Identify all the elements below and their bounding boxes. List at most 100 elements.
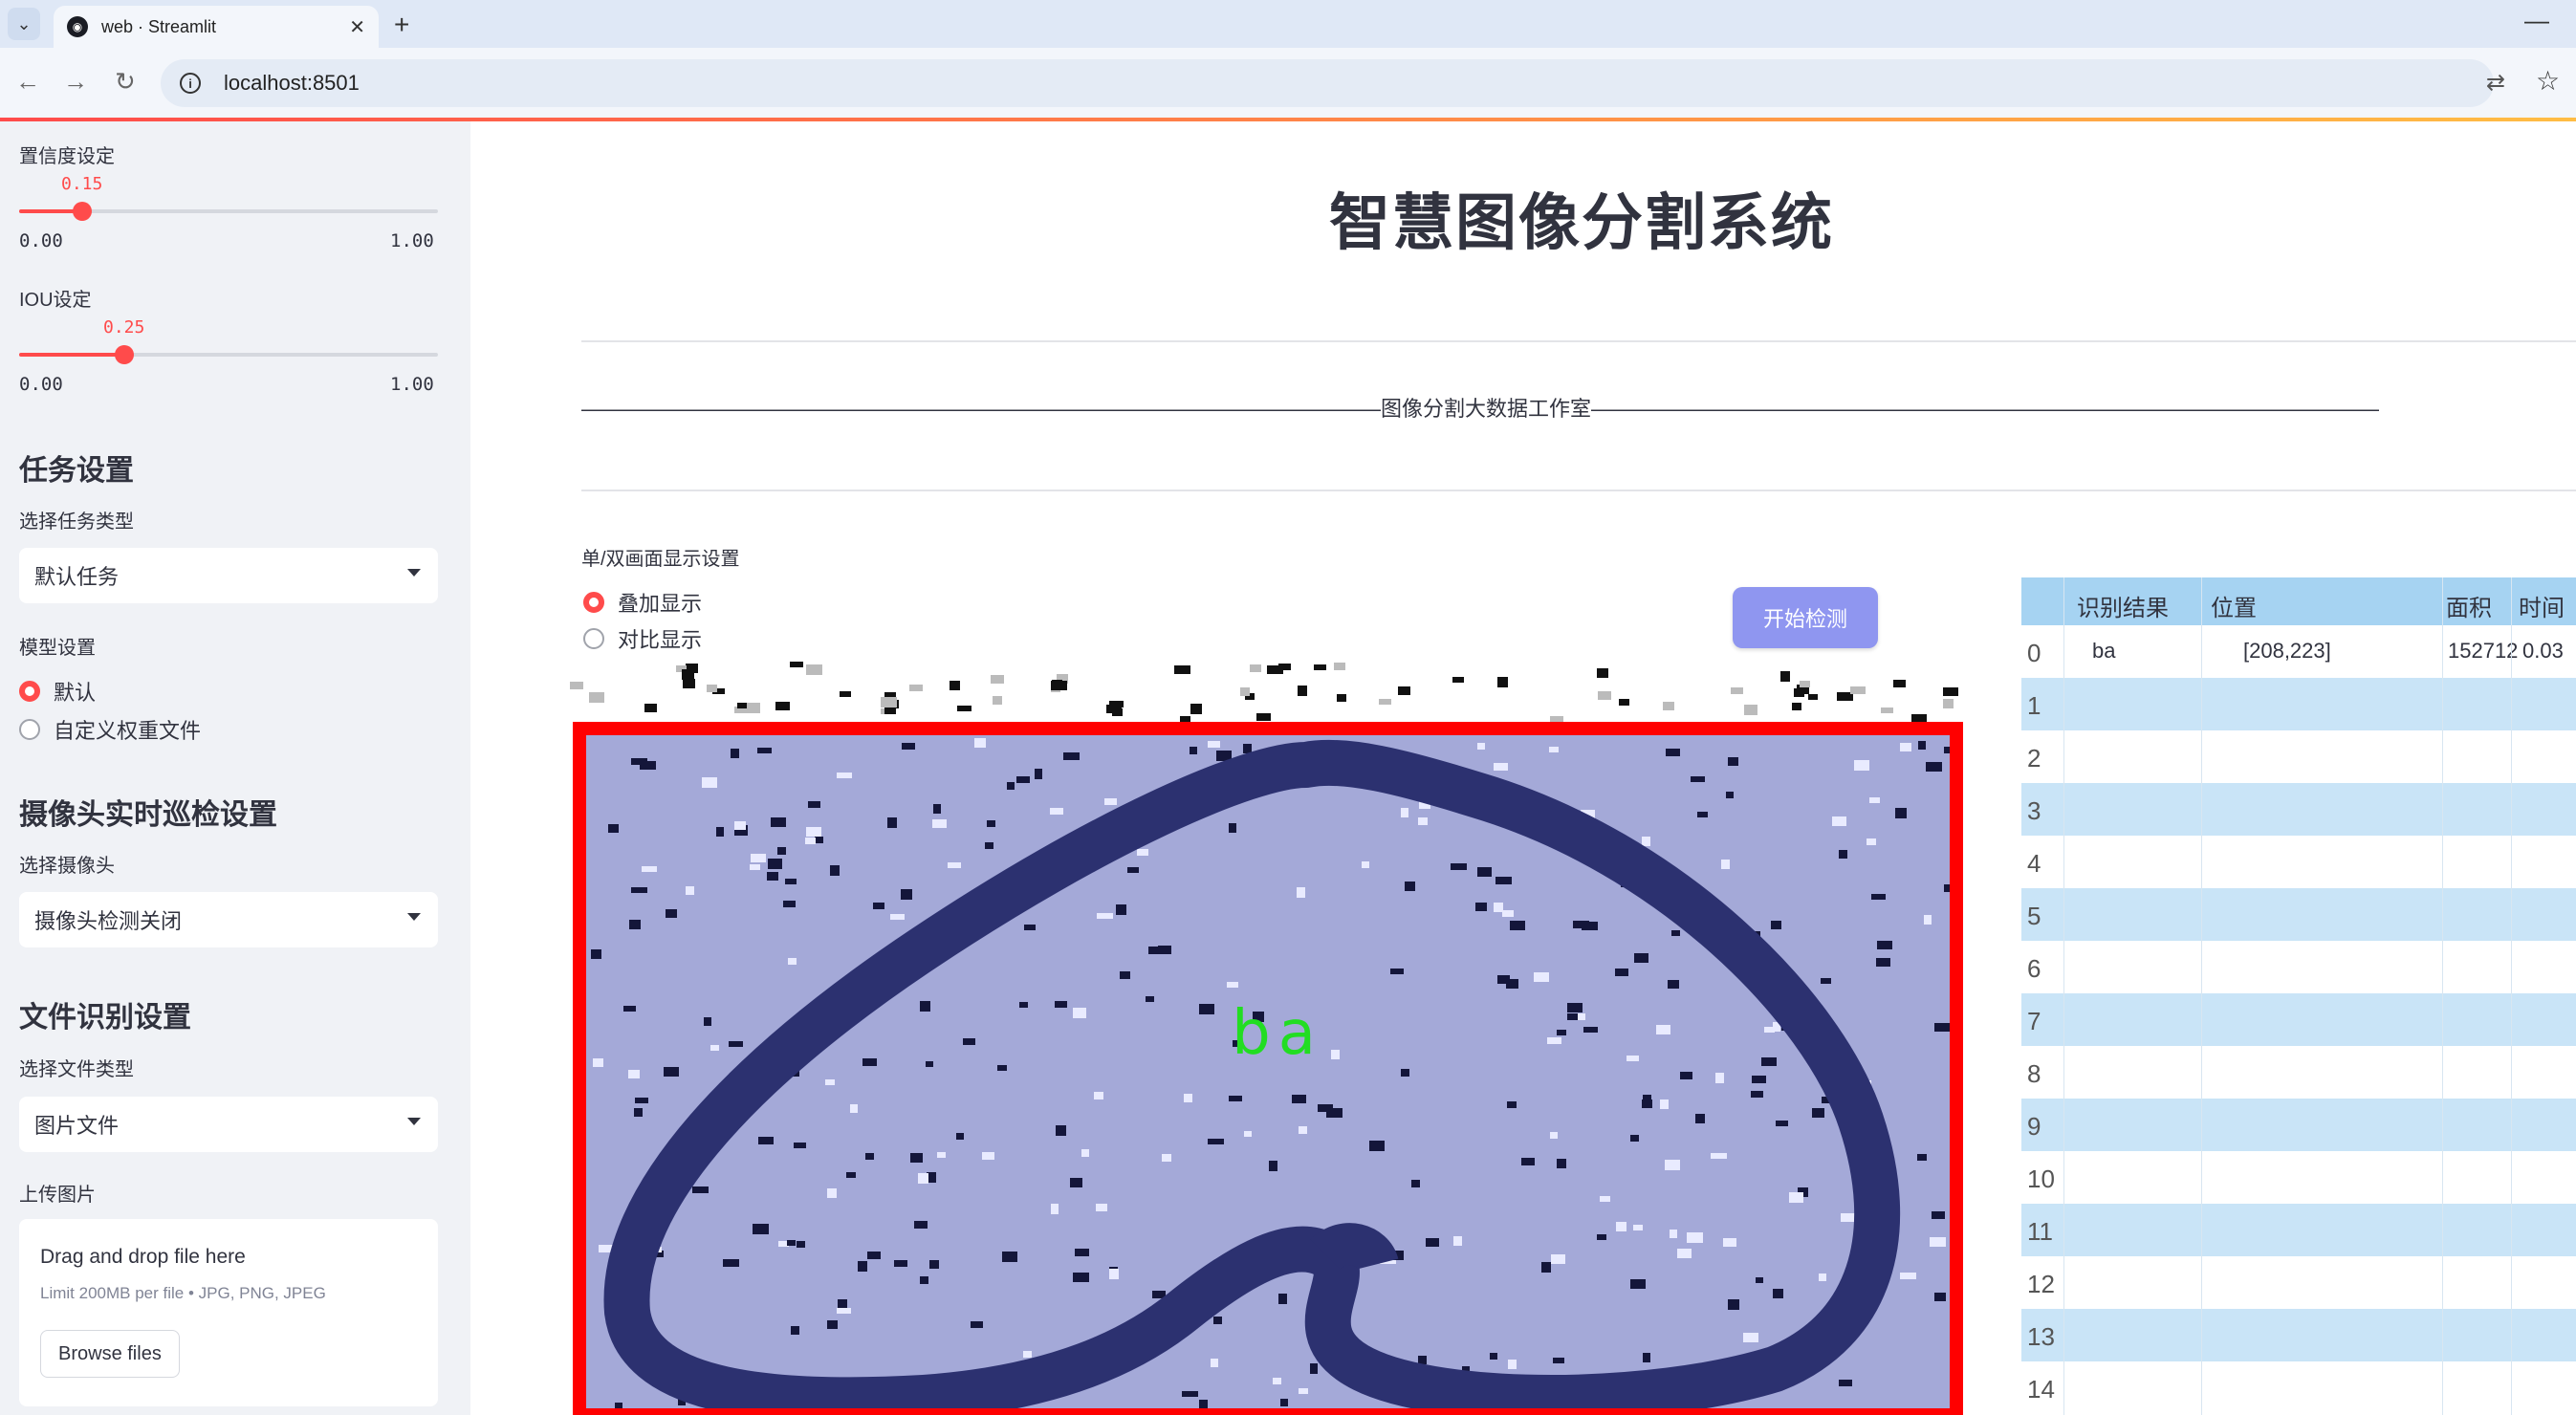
camera-label: 选择摄像头	[19, 856, 115, 877]
close-icon[interactable]: ✕	[349, 15, 365, 39]
chevron-down-icon[interactable]: ⌄	[8, 8, 40, 40]
noise-pixel	[1337, 694, 1346, 702]
noise-pixel	[914, 1221, 928, 1229]
file-uploader[interactable]: Drag and drop file here Limit 200MB per …	[19, 1219, 438, 1406]
noise-pixel	[1127, 867, 1139, 873]
table-row[interactable]: 1	[2021, 678, 2576, 730]
table-row[interactable]: 9	[2021, 1099, 2576, 1151]
noise-pixel	[987, 820, 995, 827]
iou-slider-thumb[interactable]	[115, 345, 134, 364]
noise-pixel	[1924, 915, 1932, 925]
address-bar: ← → ↻ i localhost:8501 ⇄ ☆	[0, 48, 2576, 119]
noise-pixel	[1780, 671, 1790, 682]
noise-pixel	[1743, 1333, 1758, 1342]
camera-select[interactable]: 摄像头检测关闭	[19, 892, 438, 947]
table-row[interactable]: 0 ba [208,223] 152712 0.03	[2021, 625, 2576, 678]
noise-pixel	[1812, 1108, 1824, 1118]
noise-pixel	[1146, 996, 1154, 1002]
plus-icon[interactable]: +	[394, 10, 409, 40]
table-row[interactable]: 2	[2021, 730, 2576, 783]
row-index: 11	[2027, 1217, 2053, 1246]
table-row[interactable]: 3	[2021, 783, 2576, 836]
browser-tab[interactable]: ◉ web · Streamlit ✕	[54, 6, 379, 48]
noise-pixel	[1050, 808, 1063, 815]
table-row[interactable]: 13	[2021, 1309, 2576, 1361]
table-row[interactable]: 14	[2021, 1361, 2576, 1414]
noise-pixel	[1002, 1252, 1017, 1262]
noise-pixel	[1063, 752, 1080, 760]
radio-icon[interactable]	[583, 628, 604, 649]
table-row[interactable]: 10	[2021, 1151, 2576, 1204]
noise-pixel	[666, 909, 677, 918]
model-option-default[interactable]: 默认	[19, 676, 96, 707]
file-type-select[interactable]: 图片文件	[19, 1097, 438, 1152]
start-detection-button[interactable]: 开始检测	[1733, 587, 1878, 648]
noise-pixel	[1390, 969, 1404, 974]
noise-pixel	[1278, 1294, 1287, 1304]
noise-pixel	[997, 1065, 1007, 1071]
table-row[interactable]: 4	[2021, 836, 2576, 888]
iou-slider[interactable]	[19, 345, 438, 364]
url-field[interactable]: i localhost:8501	[161, 59, 2494, 107]
noise-pixel	[1051, 681, 1067, 690]
noise-pixel	[686, 886, 694, 895]
display-option-overlay[interactable]: 叠加显示	[583, 587, 702, 618]
forward-icon[interactable]: →	[63, 67, 88, 97]
noise-pixel	[1943, 699, 1954, 708]
noise-pixel	[1055, 1001, 1067, 1008]
table-row[interactable]: 11	[2021, 1204, 2576, 1256]
iou-min: 0.00	[19, 374, 63, 395]
heart-notch	[1310, 1223, 1399, 1273]
task-type-select[interactable]: 默认任务	[19, 548, 438, 603]
noise-pixel	[788, 958, 797, 965]
noise-pixel	[1495, 877, 1512, 884]
noise-pixel	[1691, 776, 1705, 782]
model-option-custom[interactable]: 自定义权重文件	[19, 714, 201, 745]
confidence-slider[interactable]	[19, 202, 438, 221]
table-row[interactable]: 7	[2021, 993, 2576, 1046]
table-row[interactable]: 8	[2021, 1046, 2576, 1099]
divider	[581, 340, 2576, 342]
info-icon[interactable]: i	[180, 73, 201, 94]
noise-pixel	[1867, 838, 1876, 845]
results-table[interactable]: 识别结果 位置 面积 时间 0 ba [208,223] 152712 0.03 1 2 3 4…	[2021, 577, 2576, 1415]
noise-pixel	[1642, 1099, 1652, 1108]
radio-icon[interactable]	[19, 719, 40, 740]
header-area: 面积	[2446, 596, 2492, 621]
noise-pixel	[1877, 941, 1892, 949]
display-option-compare[interactable]: 对比显示	[583, 623, 702, 654]
minimize-icon[interactable]: —	[2524, 6, 2549, 35]
cell-position: [208,223]	[2243, 639, 2331, 663]
row-index: 2	[2027, 744, 2041, 773]
upload-title: Drag and drop file here	[40, 1246, 246, 1268]
browse-files-button[interactable]: Browse files	[40, 1330, 180, 1378]
model-option-label: 默认	[54, 681, 97, 705]
table-row[interactable]: 6	[2021, 941, 2576, 993]
noise-pixel	[1405, 882, 1415, 891]
noise-pixel	[1240, 687, 1250, 696]
table-row[interactable]: 5	[2021, 888, 2576, 941]
noise-pixel	[1477, 867, 1492, 877]
chevron-down-icon	[407, 1118, 421, 1125]
confidence-slider-thumb[interactable]	[73, 202, 92, 221]
noise-pixel	[1895, 808, 1907, 818]
noise-pixel	[991, 675, 1004, 684]
table-row[interactable]: 12	[2021, 1256, 2576, 1309]
noise-pixel	[806, 827, 821, 837]
iou-label: IOU设定	[19, 290, 92, 311]
radio-selected-icon[interactable]	[19, 681, 40, 702]
reload-icon[interactable]: ↻	[115, 67, 136, 97]
noise-pixel	[1789, 1192, 1803, 1203]
noise-pixel	[910, 1153, 923, 1163]
noise-pixel	[1821, 978, 1831, 984]
noise-pixel	[1728, 1299, 1739, 1310]
noise-pixel	[1839, 1380, 1852, 1386]
noise-pixel	[1273, 1378, 1281, 1384]
noise-pixel	[1024, 925, 1036, 930]
radio-selected-icon[interactable]	[583, 592, 604, 613]
page-title: 智慧图像分割系统	[1329, 188, 1834, 257]
translate-icon[interactable]: ⇄	[2486, 69, 2505, 97]
back-icon[interactable]: ←	[15, 67, 40, 97]
noise-pixel	[1508, 1360, 1517, 1369]
star-icon[interactable]: ☆	[2536, 65, 2560, 97]
